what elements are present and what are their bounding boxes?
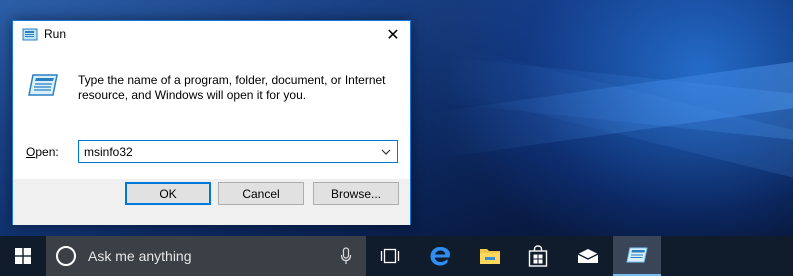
store-taskbar-button[interactable] [518,236,558,276]
cancel-button[interactable]: Cancel [218,182,304,205]
open-label-text: pen: [35,145,59,159]
file-explorer-taskbar-button[interactable] [470,236,510,276]
store-icon [528,245,548,267]
start-icon [15,248,31,264]
dialog-body: Type the name of a program, folder, docu… [13,49,410,179]
taskbar: Ask me anything [0,236,793,276]
open-input[interactable] [79,141,371,162]
dialog-titlebar[interactable]: Run ✕ [13,21,410,49]
close-icon: ✕ [386,27,400,44]
cortana-search-box[interactable]: Ask me anything [46,236,366,276]
ok-button[interactable]: OK [125,182,211,205]
edge-icon [430,247,450,266]
edge-taskbar-button[interactable] [420,236,460,276]
combo-dropdown-button[interactable] [377,143,395,160]
run-program-icon [28,74,58,96]
open-combobox[interactable] [78,140,398,163]
dialog-description: Type the name of a program, folder, docu… [78,73,386,102]
dialog-title: Run [44,27,67,41]
run-icon [626,247,648,263]
open-label: Open: [26,145,59,159]
run-dialog: Run ✕ Type the name of a program, folder… [12,20,411,225]
chevron-down-icon [381,149,391,155]
run-taskbar-button[interactable] [613,236,661,276]
mail-taskbar-button[interactable] [568,236,608,276]
task-view-button[interactable] [370,236,410,276]
search-placeholder: Ask me anything [88,248,192,264]
open-label-accelerator: O [26,145,36,159]
mail-icon [577,249,599,263]
file-explorer-icon [480,249,500,264]
microphone-icon[interactable] [340,247,352,265]
browse-button[interactable]: Browse... [313,182,399,205]
run-app-icon [22,28,38,41]
cortana-icon [56,246,76,266]
close-button[interactable]: ✕ [376,21,410,49]
start-button[interactable] [0,236,46,276]
task-view-icon [380,248,400,264]
dialog-footer: OK Cancel Browse... [13,179,410,225]
